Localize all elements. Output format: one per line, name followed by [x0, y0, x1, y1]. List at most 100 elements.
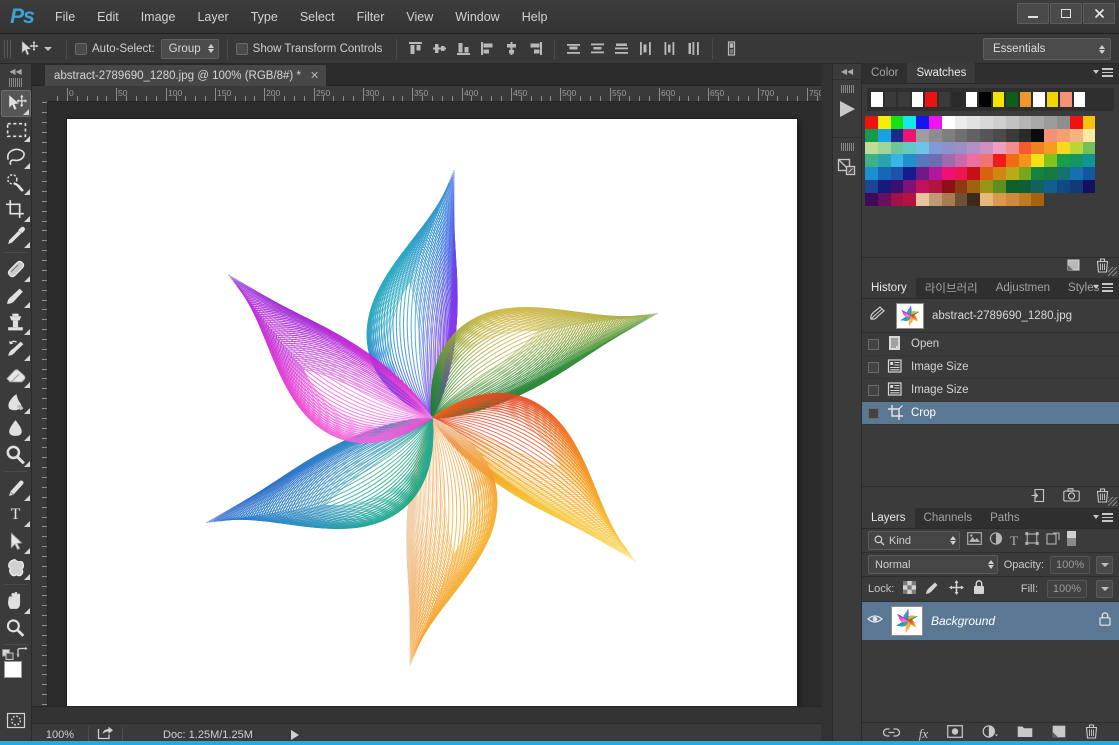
- swatch[interactable]: [1005, 128, 1019, 142]
- swatch[interactable]: [967, 128, 981, 142]
- swatch[interactable]: [865, 128, 878, 142]
- blur-tool[interactable]: [1, 415, 31, 442]
- spot-healing-brush-tool[interactable]: [1, 256, 31, 283]
- swatch[interactable]: [877, 154, 891, 168]
- menu-filter[interactable]: Filter: [347, 6, 395, 28]
- recent-swatch[interactable]: [1005, 91, 1019, 108]
- swatch[interactable]: [865, 192, 878, 206]
- tab-paths[interactable]: Paths: [981, 508, 1029, 528]
- options-bar-grip[interactable]: [4, 39, 11, 58]
- swatch[interactable]: [1031, 116, 1045, 129]
- swatch[interactable]: [890, 192, 904, 206]
- swatch[interactable]: [1005, 192, 1019, 206]
- swatch[interactable]: [1031, 141, 1045, 155]
- tab-library[interactable]: 라이브러리: [915, 278, 987, 298]
- swatch[interactable]: [1031, 167, 1045, 180]
- swatch[interactable]: [916, 116, 929, 129]
- swatch[interactable]: [903, 179, 917, 193]
- swatch[interactable]: [1005, 154, 1019, 168]
- swatch[interactable]: [903, 141, 917, 155]
- filter-pixel-icon[interactable]: [967, 531, 982, 550]
- recent-swatch[interactable]: [978, 91, 992, 108]
- swatch[interactable]: [877, 141, 891, 155]
- swatch[interactable]: [954, 116, 968, 129]
- swatch[interactable]: [967, 116, 981, 129]
- eraser-tool[interactable]: [1, 362, 31, 389]
- tab-history[interactable]: History: [862, 278, 916, 298]
- recent-swatch[interactable]: [964, 91, 978, 108]
- distribute-horizontal-centers-icon[interactable]: [659, 38, 680, 59]
- canvas-horizontal-scrollbar[interactable]: [32, 706, 821, 719]
- swatch[interactable]: [1082, 116, 1096, 129]
- swatch[interactable]: [928, 116, 942, 129]
- align-left-edges-icon[interactable]: [477, 38, 498, 59]
- show-transform-controls-checkbox[interactable]: [235, 42, 248, 55]
- rectangular-marquee-tool[interactable]: [1, 117, 31, 144]
- auto-select-checkbox[interactable]: [75, 42, 87, 55]
- lock-image-pixels-icon[interactable]: [925, 581, 940, 598]
- status-arrow-icon[interactable]: [290, 729, 299, 740]
- create-document-from-state-icon[interactable]: [1031, 488, 1047, 508]
- swatch[interactable]: [928, 128, 942, 142]
- recent-swatch[interactable]: [937, 91, 951, 108]
- dodge-tool[interactable]: [1, 442, 31, 469]
- swatch[interactable]: [916, 179, 929, 193]
- distribute-bottom-edges-icon[interactable]: [611, 38, 632, 59]
- swatch[interactable]: [980, 192, 993, 206]
- swatch[interactable]: [1082, 141, 1096, 155]
- swatch[interactable]: [1069, 167, 1083, 180]
- toolbar-grip[interactable]: [8, 78, 23, 87]
- swatch[interactable]: [1056, 128, 1070, 142]
- color-swatches[interactable]: [0, 647, 32, 693]
- lasso-tool[interactable]: [1, 143, 31, 170]
- swatch[interactable]: [1056, 154, 1070, 168]
- swatch[interactable]: [1031, 128, 1045, 142]
- quick-selection-tool[interactable]: [1, 170, 31, 197]
- history-state-row[interactable]: Crop: [862, 402, 1119, 425]
- swatch[interactable]: [941, 154, 955, 168]
- recent-swatch[interactable]: [1072, 91, 1086, 108]
- opacity-dropdown-icon[interactable]: [1096, 555, 1113, 574]
- brush-tool[interactable]: [1, 283, 31, 310]
- swatch[interactable]: [941, 192, 955, 206]
- menu-select[interactable]: Select: [290, 6, 345, 28]
- swatch[interactable]: [1056, 116, 1070, 129]
- swatch[interactable]: [1018, 192, 1032, 206]
- swatch[interactable]: [1005, 141, 1019, 155]
- distribute-top-edges-icon[interactable]: [563, 38, 584, 59]
- swatch[interactable]: [903, 128, 917, 142]
- swatch[interactable]: [1044, 141, 1057, 155]
- swatch[interactable]: [903, 167, 917, 180]
- recent-swatch[interactable]: [870, 91, 884, 108]
- swatch[interactable]: [1069, 128, 1083, 142]
- swatch[interactable]: [1044, 128, 1057, 142]
- menu-file[interactable]: File: [45, 6, 85, 28]
- menu-type[interactable]: Type: [241, 6, 288, 28]
- mini-bridge-panel-icon[interactable]: [833, 137, 861, 195]
- swatch[interactable]: [890, 167, 904, 180]
- document-tab[interactable]: abstract-2789690_1280.jpg @ 100% (RGB/8#…: [44, 64, 328, 86]
- filter-shape-icon[interactable]: [1025, 531, 1039, 550]
- lock-transparent-pixels-icon[interactable]: [903, 581, 917, 597]
- swatch[interactable]: [980, 116, 993, 129]
- swatch[interactable]: [916, 192, 929, 206]
- swatch[interactable]: [1031, 154, 1045, 168]
- swatch[interactable]: [877, 192, 891, 206]
- swatch[interactable]: [954, 154, 968, 168]
- align-vertical-centers-icon[interactable]: [429, 38, 450, 59]
- swatch[interactable]: [916, 141, 929, 155]
- eyedropper-tool[interactable]: [1, 223, 31, 250]
- swatch[interactable]: [992, 141, 1006, 155]
- gradient-tool[interactable]: [1, 389, 31, 416]
- swatch[interactable]: [903, 192, 917, 206]
- tab-adjustments[interactable]: Adjustmen: [986, 278, 1060, 298]
- lock-all-icon[interactable]: [973, 580, 985, 598]
- swatch[interactable]: [980, 141, 993, 155]
- align-top-edges-icon[interactable]: [405, 38, 426, 59]
- swatch[interactable]: [865, 154, 878, 168]
- swatch[interactable]: [928, 167, 942, 180]
- swatch[interactable]: [928, 192, 942, 206]
- swatch[interactable]: [980, 179, 993, 193]
- swatch[interactable]: [903, 116, 917, 129]
- close-button[interactable]: [1083, 3, 1115, 24]
